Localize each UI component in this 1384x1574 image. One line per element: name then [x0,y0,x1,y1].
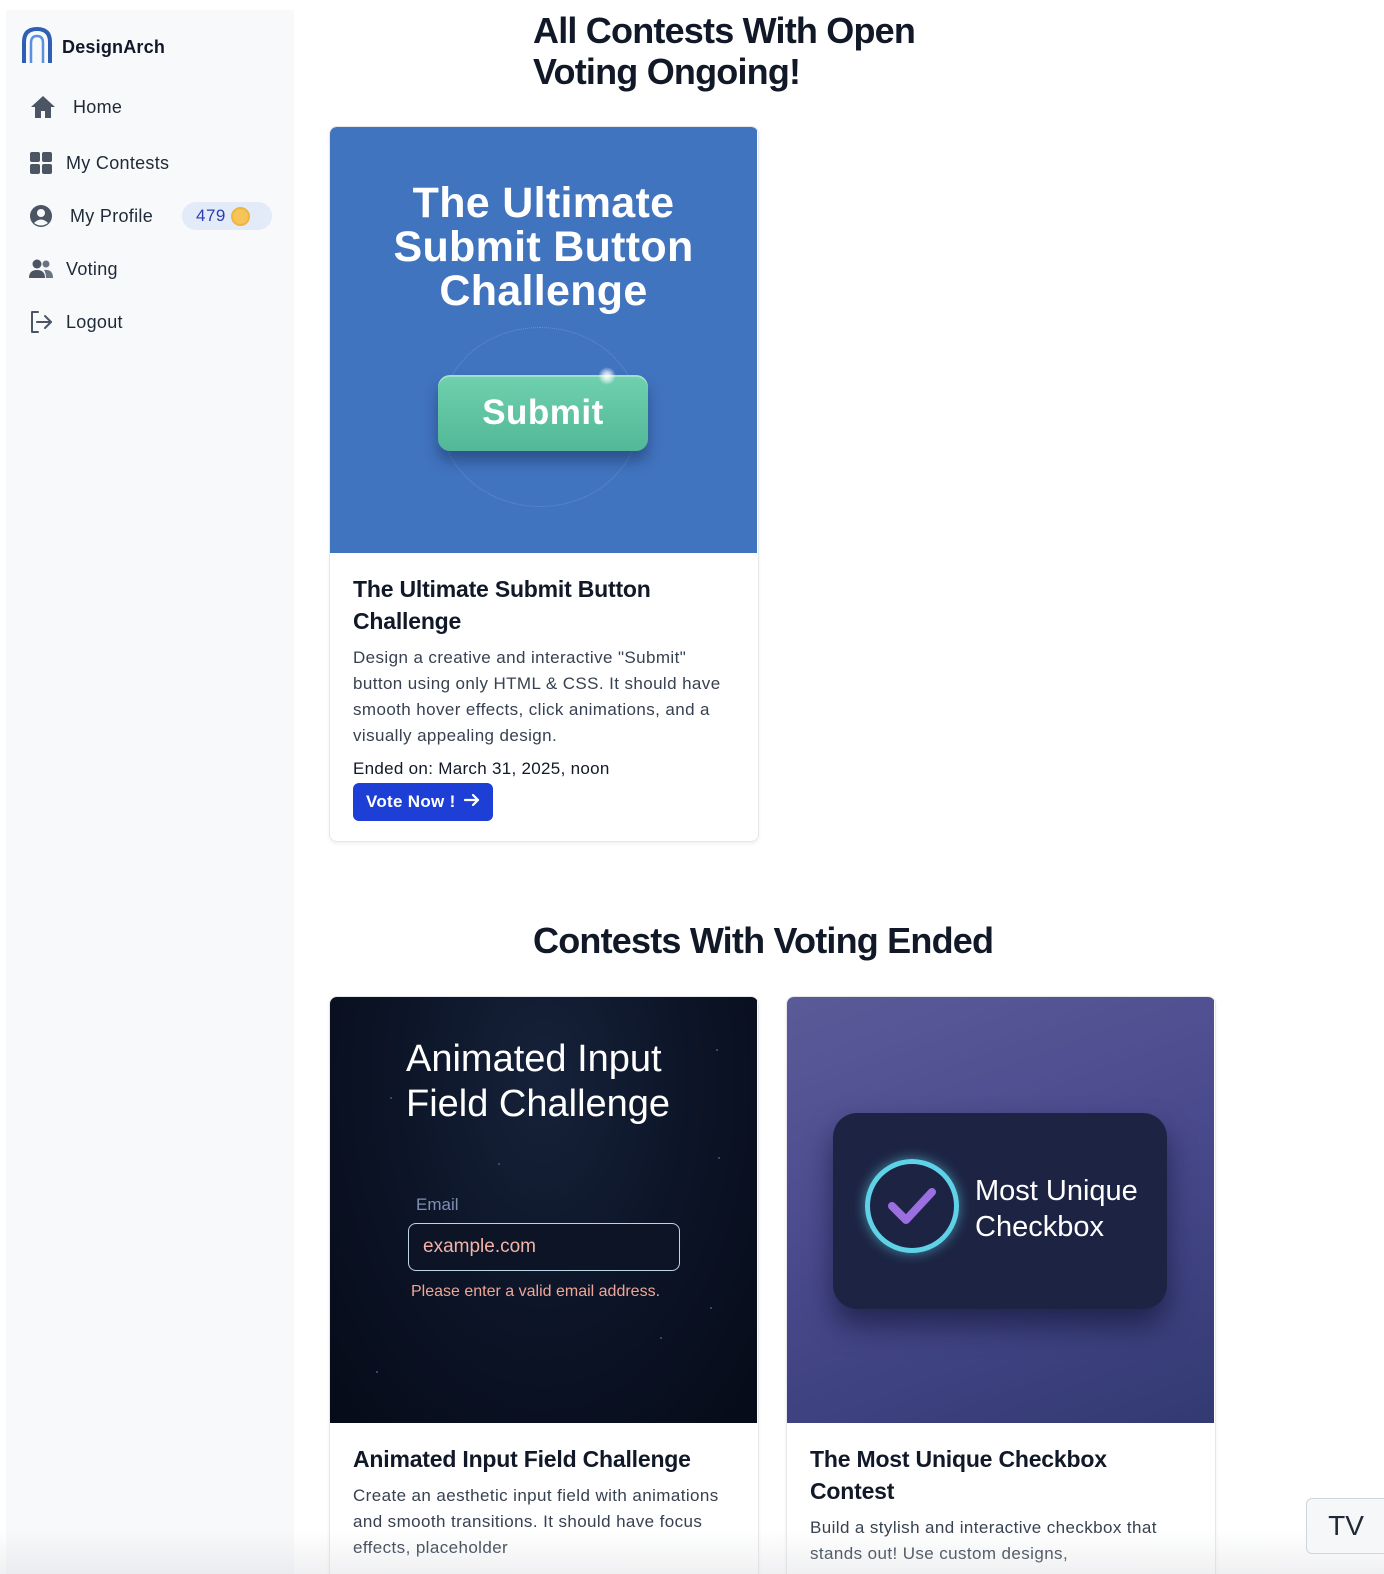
contest-title: The Ultimate Submit Button Challenge [353,576,651,634]
thumbnail-title-line: Most Unique [975,1175,1138,1207]
sidebar-item-label: Home [73,96,123,117]
contest-title: The Most Unique Checkbox Contest [810,1446,1107,1504]
contest-title: Animated Input Field Challenge [353,1446,691,1472]
thumbnail-title-line: Challenge [439,267,648,315]
thumbnail-title: Most Unique Checkbox [975,1173,1138,1245]
open-voting-title: All Contests With Open Voting Ongoing! [533,10,916,92]
arch-logo-icon [20,26,54,69]
sidebar-item-label: My Profile [70,205,154,226]
contest-card-input-field: Animated Input Field Challenge Email exa… [329,996,759,1574]
sparkle-icon [598,367,616,385]
contest-thumbnail: Animated Input Field Challenge Email exa… [330,997,757,1423]
star-dot [710,1307,712,1309]
thumbnail-title-line: Submit Button [393,223,694,271]
logout-icon [28,309,54,335]
star-dot [660,1337,662,1339]
checkmark-icon [865,1159,959,1253]
open-voting-title-line2: Voting Ongoing! [533,51,801,92]
user-circle-icon [28,203,54,229]
thumbnail-title-line: Field Challenge [406,1083,671,1125]
star-dot [716,1049,718,1051]
thumbnail-submit-button: Submit [438,375,648,451]
star-dot [390,1097,392,1099]
thumbnail-title-line: The Ultimate [412,179,675,227]
sidebar-item-my-profile[interactable]: My Profile [28,203,153,229]
sidebar: DesignArch Home My Contests My Profile 4… [6,10,294,1574]
sidebar-item-logout[interactable]: Logout [28,309,123,335]
contest-card-checkbox: Most Unique Checkbox The Most Unique Che… [786,996,1216,1574]
sidebar-item-my-contests[interactable]: My Contests [28,150,169,176]
contest-thumbnail: Most Unique Checkbox [787,997,1214,1423]
thumbnail-checkbox-panel: Most Unique Checkbox [833,1113,1167,1309]
contest-description: Build a stylish and interactive checkbox… [810,1518,1157,1563]
thumbnail-title-line: Animated Input [406,1038,662,1080]
thumbnail-title: The Ultimate Submit Button Challenge [330,181,757,313]
grid-icon [28,150,54,176]
thumbnail-title: Animated Input Field Challenge [406,1037,670,1127]
thumbnail-error-text: Please enter a valid email address. [411,1283,661,1300]
contest-description: Design a creative and interactive "Submi… [353,648,721,745]
thumbnail-email-label: Email [416,1195,459,1214]
contest-description: Create an aesthetic input field with ani… [353,1486,719,1557]
sidebar-item-label: My Contests [66,152,170,173]
vote-now-label: Vote Now ! [366,792,456,811]
star-dot [718,1157,720,1159]
coin-icon [230,206,250,226]
star-dot [498,1163,500,1165]
brand[interactable]: DesignArch [20,26,165,69]
contest-thumbnail: The Ultimate Submit Button Challenge Sub… [330,127,757,553]
star-dot [376,1371,378,1373]
sidebar-item-label: Voting [66,258,118,279]
users-icon [28,256,54,282]
points-value: 479 [196,206,226,225]
thumbnail-email-input: example.com [408,1223,680,1271]
points-badge: 479 [182,202,272,230]
open-voting-title-line1: All Contests With Open [533,10,916,51]
arrow-right-icon [463,792,480,812]
vote-now-button[interactable]: Vote Now ! [353,783,493,821]
ended-voting-title: Contests With Voting Ended [533,920,994,961]
contest-ended-date: Ended on: March 31, 2025, noon [353,759,610,778]
brand-name: DesignArch [62,37,166,57]
contest-card-submit-button: The Ultimate Submit Button Challenge Sub… [329,126,759,842]
thumbnail-title-line: Checkbox [975,1211,1104,1243]
sidebar-item-home[interactable]: Home [30,94,122,120]
sidebar-item-label: Logout [66,311,123,332]
tv-widget[interactable]: TV [1306,1498,1384,1554]
home-icon [30,94,56,120]
sidebar-item-voting[interactable]: Voting [28,256,118,282]
